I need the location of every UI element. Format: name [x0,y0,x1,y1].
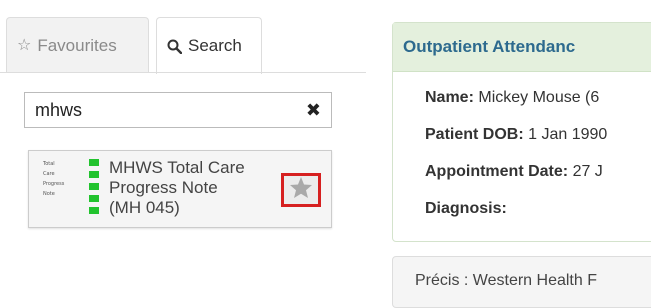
diagnosis-row: Diagnosis: [425,200,507,218]
magnifier-icon [167,39,182,54]
thumbnail-bar [89,183,99,190]
dob-value: 1 Jan 1990 [528,126,608,143]
dob-label: Patient DOB: [425,126,524,143]
thumbnail-label: Note [43,191,55,197]
appointment-date-label: Appointment Date: [425,163,569,180]
thumbnail-label: Progress [43,181,65,187]
search-result-item[interactable]: Total Care Progress Note MHWS Total Care… [28,150,332,228]
close-icon[interactable]: ✖ [306,100,321,121]
search-field[interactable]: ✖ [24,92,332,128]
tab-search-label: Search [188,36,242,55]
patient-dob-row: Patient DOB: 1 Jan 1990 [425,126,607,144]
precis-card[interactable]: Précis : Western Health F [392,256,651,308]
result-title-line: (MH 045) [109,198,180,217]
add-favourite-button[interactable] [281,173,321,207]
result-title-line: Progress Note [109,178,218,197]
tab-search[interactable]: Search [156,17,262,74]
name-value: Mickey Mouse (6 [478,89,600,106]
thumbnail-bar [89,207,99,214]
tabs-divider [0,72,366,73]
result-title-line: MHWS Total Care [109,158,245,177]
thumbnail-bar [89,159,99,166]
thumbnail-label: Care [43,171,55,177]
thumbnail-bar [89,171,99,178]
patient-name-row: Name: Mickey Mouse (6 [425,89,599,107]
star-icon [289,176,313,204]
thumbnail-label: Total [43,161,55,167]
card-header: Outpatient Attendanc [393,23,651,72]
name-label: Name: [425,89,474,106]
appointment-date-row: Appointment Date: 27 J [425,163,603,181]
search-input[interactable] [35,99,306,121]
star-outline-icon: ☆ [17,36,32,54]
outpatient-attendance-card: Outpatient Attendanc Name: Mickey Mouse … [392,22,651,242]
tab-favourites[interactable]: ☆ Favourites [6,17,149,73]
left-panel: ☆ Favourites Search ✖ Total Care Progres… [0,0,366,304]
tab-favourites-label: Favourites [37,35,117,55]
thumbnail-bar [89,195,99,202]
document-thumbnail: Total Care Progress Note [43,157,103,215]
result-title[interactable]: MHWS Total Care Progress Note (MH 045) [109,158,309,218]
diagnosis-label: Diagnosis: [425,200,507,217]
appointment-date-value: 27 J [572,163,603,180]
